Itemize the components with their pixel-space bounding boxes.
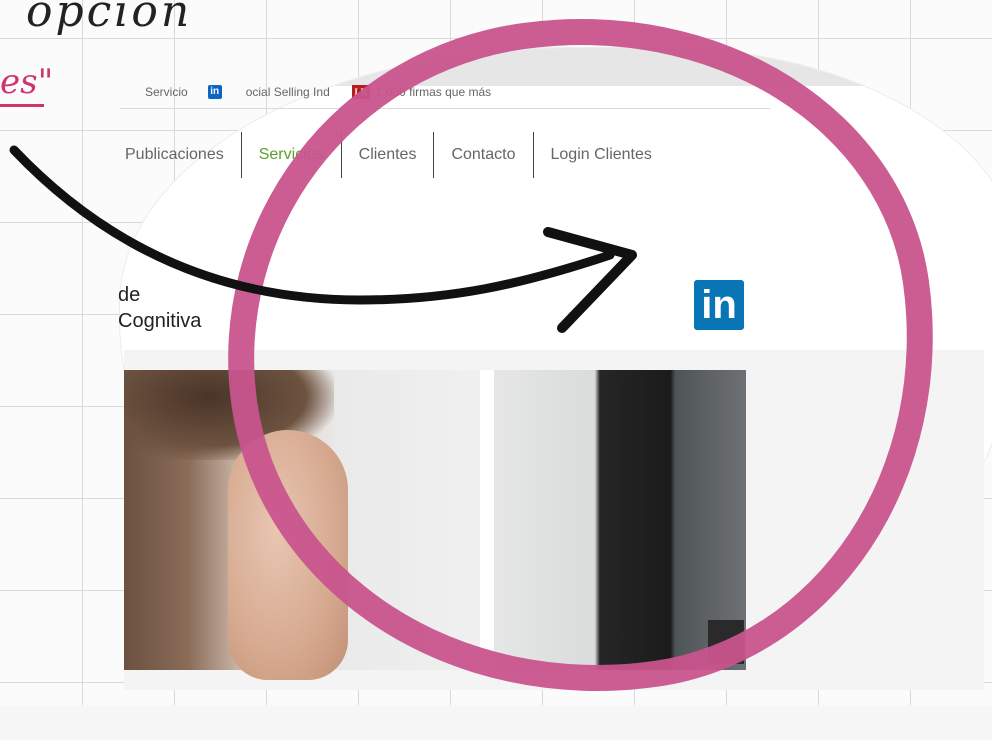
- annotation-arrow-icon: [9, 145, 637, 333]
